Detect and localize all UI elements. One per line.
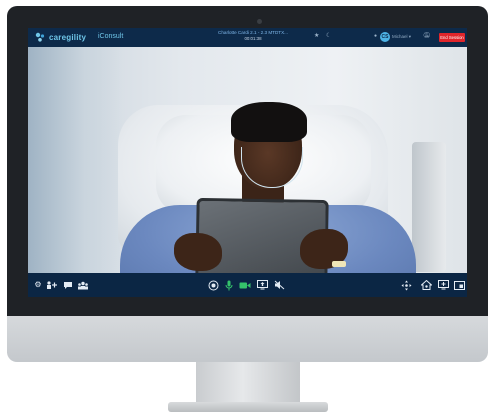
patient-hair bbox=[231, 102, 307, 142]
monitor-stand bbox=[196, 362, 300, 404]
add-participant-icon[interactable] bbox=[46, 279, 58, 291]
participants-icon[interactable] bbox=[77, 279, 89, 291]
settings-icon[interactable]: ⚙ bbox=[32, 279, 44, 291]
avatar: CS bbox=[380, 32, 390, 42]
room-info: Charlotte Cardi 2.1 - 2.3 MTDTX... 00:01… bbox=[198, 30, 308, 41]
patient-video-feed bbox=[28, 47, 467, 273]
screen-share-icon[interactable] bbox=[256, 279, 268, 291]
user-menu[interactable]: CS Michael ▾ bbox=[380, 32, 411, 42]
call-toolbar: ⚙ bbox=[28, 273, 467, 297]
brand-logo: caregility bbox=[34, 31, 86, 43]
bell-mute-icon[interactable]: 🔕︎ bbox=[423, 33, 431, 39]
fullscreen-icon[interactable] bbox=[453, 279, 465, 291]
star-icon[interactable]: ★ bbox=[314, 33, 319, 39]
webcam-dot bbox=[257, 19, 262, 24]
camera-flip-icon[interactable] bbox=[207, 279, 219, 291]
left-hand bbox=[174, 233, 222, 271]
room-title: Charlotte Cardi 2.1 - 2.3 MTDTX... bbox=[218, 30, 288, 35]
microphone-icon[interactable] bbox=[223, 279, 235, 291]
product-name: iConsult bbox=[98, 33, 124, 40]
user-name: Michael ▾ bbox=[392, 34, 412, 39]
notification-dot-icon: ● bbox=[374, 33, 378, 39]
app-header: caregility iConsult Charlotte Cardi 2.1 … bbox=[28, 28, 467, 47]
night-mode-icon[interactable]: ☾ bbox=[326, 33, 331, 39]
snapshot-icon[interactable] bbox=[437, 279, 449, 291]
curtain-background bbox=[28, 47, 123, 273]
mute-speaker-icon[interactable] bbox=[273, 279, 285, 291]
bed-rail bbox=[412, 142, 446, 272]
home-preset-icon[interactable] bbox=[420, 279, 432, 291]
video-camera-icon[interactable] bbox=[239, 279, 251, 291]
monitor-stand-base bbox=[168, 402, 328, 412]
logo-text: caregility bbox=[49, 32, 87, 42]
monitor-chin bbox=[7, 316, 488, 362]
hospital-wristband bbox=[332, 261, 346, 267]
end-session-button[interactable]: End Session bbox=[439, 33, 465, 42]
pan-tilt-icon[interactable] bbox=[400, 279, 412, 291]
call-timer: 00:01:38 bbox=[244, 36, 262, 41]
caregility-logo-icon bbox=[35, 32, 45, 42]
chat-icon[interactable] bbox=[62, 279, 74, 291]
app-window: caregility iConsult Charlotte Cardi 2.1 … bbox=[28, 28, 467, 297]
